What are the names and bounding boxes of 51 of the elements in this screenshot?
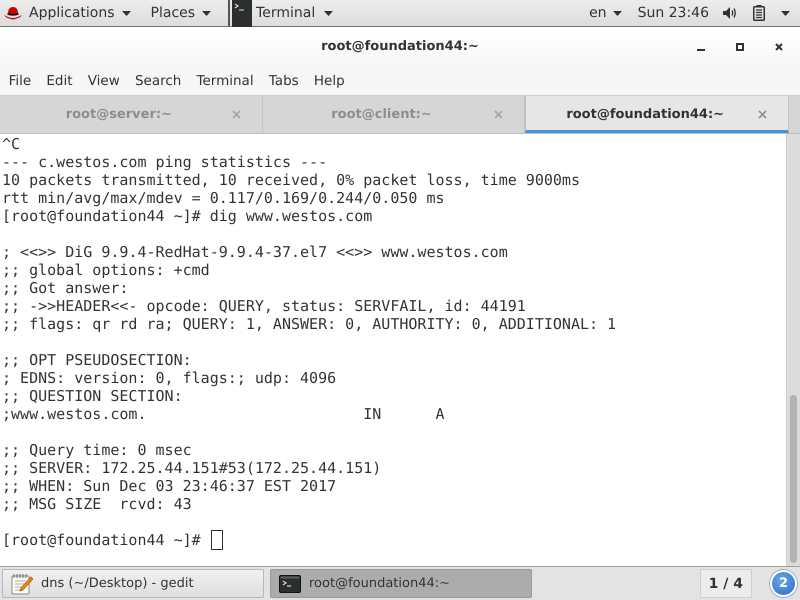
terminal-line: ;; MSG SIZE rcvd: 43	[2, 495, 192, 513]
terminal-icon	[279, 574, 301, 592]
top-menu[interactable]: Applications	[0, 0, 140, 26]
menu-item[interactable]: Help	[306, 70, 352, 90]
terminal-line: ;; WHEN: Sun Dec 03 23:46:37 EST 2017	[2, 477, 336, 495]
terminal-line: ;; OPT PSEUDOSECTION:	[2, 351, 192, 369]
taskbar-window-button[interactable]: dns (~/Desktop) - gedit	[2, 569, 264, 598]
menu-item[interactable]: Edit	[38, 70, 80, 90]
terminal-line: 10 packets transmitted, 10 received, 0% packet loss, time 9000ms	[2, 171, 580, 189]
terminal-line: ;; Got answer:	[2, 279, 128, 297]
terminal-line: ;; QUESTION SECTION:	[2, 387, 183, 405]
scrollbar-thumb[interactable]	[790, 395, 797, 563]
close-icon[interactable]	[775, 42, 783, 50]
terminal-line: --- c.westos.com ping statistics ---	[2, 153, 328, 171]
terminal-prompt: [root@foundation44 ~]#	[2, 531, 201, 549]
terminal-line: ; <<>> DiG 9.9.4-RedHat-9.9.4-37.el7 <<>> www.westos.com	[2, 243, 508, 261]
terminal-icon	[232, 0, 252, 26]
terminal-tab[interactable]: root@foundation44:~	[525, 96, 790, 133]
keyboard-layout-menu[interactable]: en	[581, 0, 630, 26]
terminal-line: [root@foundation44 ~]# dig www.westos.com	[2, 207, 372, 225]
caret-icon	[612, 10, 622, 16]
volume-icon[interactable]	[723, 7, 737, 19]
terminal-line: ;; SERVER: 172.25.44.151#53(172.25.44.151)	[2, 459, 382, 477]
terminal-line: ;; Query time: 0 msec	[2, 441, 192, 459]
hat-logo-icon	[4, 6, 22, 20]
top-menu[interactable]: Places	[142, 0, 220, 26]
window-title: root@foundation44:~	[321, 39, 479, 54]
caret-icon	[324, 10, 334, 16]
terminal-line: ;; ->>HEADER<<- opcode: QUERY, status: SERVFAIL, id: 44191	[2, 297, 526, 315]
caret-icon[interactable]	[781, 10, 790, 16]
menu-item[interactable]: Search	[127, 70, 189, 90]
terminal-line: rtt min/avg/max/mdev = 0.117/0.169/0.244/0.050 ms	[2, 189, 445, 207]
terminal-line: ^C	[2, 135, 20, 153]
clock[interactable]: Sun 23:46	[630, 0, 723, 26]
caret-icon	[202, 10, 212, 16]
notepad-pencil-icon	[11, 572, 33, 594]
minimize-icon[interactable]	[697, 48, 705, 50]
scrollbar[interactable]	[786, 134, 800, 566]
maximize-icon[interactable]	[736, 42, 744, 50]
battery-icon[interactable]	[753, 5, 765, 21]
terminal-line: ;www.westos.com. IN A	[2, 405, 445, 423]
caret-icon	[122, 10, 131, 16]
menu-item[interactable]: Terminal	[188, 70, 262, 90]
terminal-line: ; EDNS: version: 0, flags:; udp: 4096	[2, 369, 336, 387]
menu-item[interactable]: File	[1, 70, 39, 90]
menu-item[interactable]: View	[80, 70, 128, 90]
terminal-line: ;; global options: +cmd	[2, 261, 210, 279]
terminal-line: ;; flags: qr rd ra; QUERY: 1, ANSWER: 0, AUTHORITY: 0, ADDITIONAL: 1	[2, 315, 616, 333]
taskbar-window-button[interactable]: root@foundation44:~	[270, 569, 532, 598]
workspace-indicator[interactable]: 1 / 4	[700, 569, 752, 598]
menu-item[interactable]: Tabs	[261, 70, 306, 90]
